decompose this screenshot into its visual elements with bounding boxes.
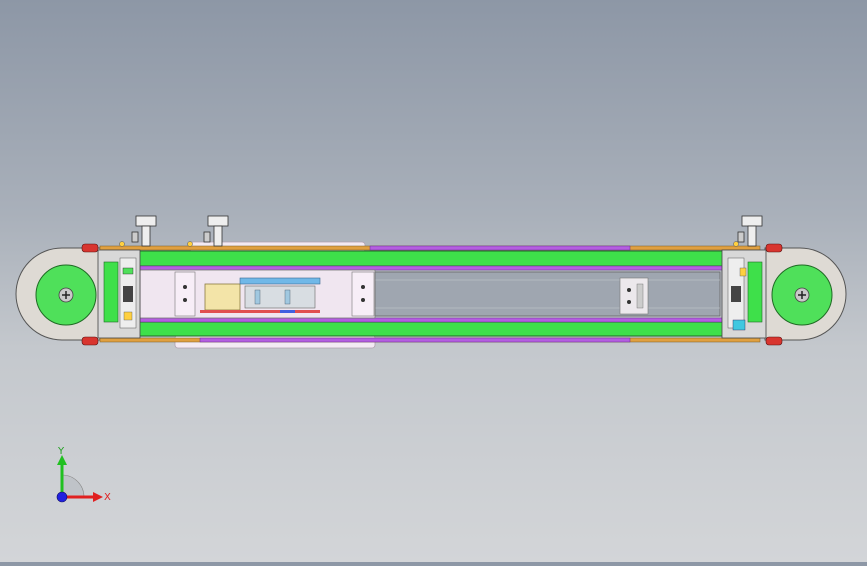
drive-shaft: [200, 310, 320, 313]
conveyor-model[interactable]: Y X: [0, 0, 867, 562]
bracket-2: [203, 215, 229, 247]
motor-cap: [239, 277, 321, 285]
frame-top-rail: [99, 250, 761, 267]
roller-bottom-right: [765, 336, 783, 346]
origin-icon: [56, 491, 68, 503]
inner-belt-bottom: [139, 317, 731, 323]
inner-belt-top: [139, 265, 731, 271]
frame-opening: [374, 271, 721, 317]
axis-y-label: Y: [57, 446, 65, 457]
bottom-belt-purple: [199, 337, 631, 343]
top-belt-purple: [369, 245, 631, 251]
bracket-3: [737, 215, 763, 247]
motor-body: [204, 283, 241, 311]
side-plate-left: [174, 271, 196, 317]
coordinate-triad: Y X: [56, 446, 111, 503]
side-plate-right: [351, 271, 375, 317]
roller-bottom-left: [81, 336, 99, 346]
roller-top-left: [81, 243, 99, 253]
support-plate-right: [619, 277, 649, 315]
bracket-1: [131, 215, 157, 247]
axis-x-label: X: [104, 492, 111, 503]
frame-bottom-rail: [99, 321, 761, 337]
roller-top-right: [765, 243, 783, 253]
cad-viewport[interactable]: Y X: [0, 0, 867, 562]
